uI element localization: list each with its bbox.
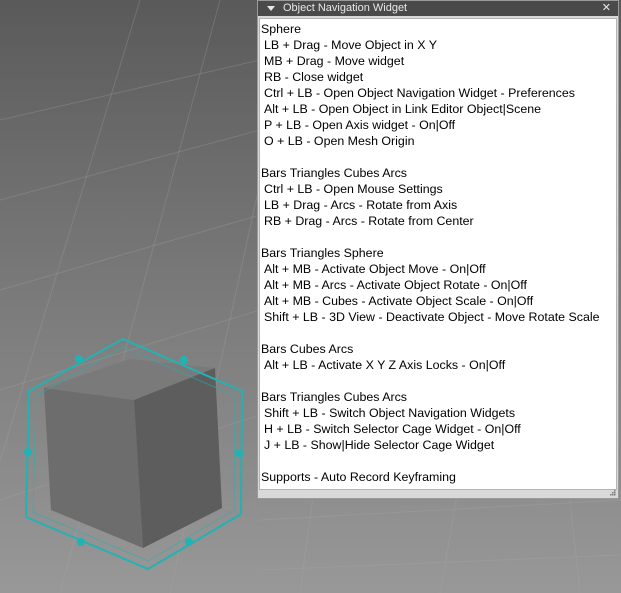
shortcut-line: P + LB - Open Axis widget - On|Off — [264, 118, 456, 132]
shortcut-line: H + LB - Switch Selector Cage Widget - O… — [264, 422, 521, 436]
shortcut-line: Alt + LB - Open Object in Link Editor Ob… — [264, 102, 541, 116]
cage-handle-bottom-right[interactable] — [185, 538, 193, 546]
section-header: Bars Triangles Cubes Arcs — [261, 390, 407, 404]
section-header: Bars Triangles Sphere — [261, 246, 384, 260]
shortcut-line: Alt + MB - Arcs - Activate Object Rotate… — [264, 278, 527, 292]
section-header: Sphere — [261, 22, 301, 36]
cage-handle-bottom-left[interactable] — [77, 538, 85, 546]
cage-handle-top-right[interactable] — [180, 356, 188, 364]
resize-grip-icon[interactable] — [608, 488, 616, 496]
panel-title: Object Navigation Widget — [283, 2, 408, 14]
cube-object[interactable] — [44, 359, 222, 548]
triangle-down-icon[interactable] — [267, 6, 275, 11]
shortcut-line: J + LB - Show|Hide Selector Cage Widget — [264, 438, 495, 452]
shortcut-line: Ctrl + LB - Open Mouse Settings — [264, 182, 443, 196]
cube-front-face — [44, 388, 143, 548]
shortcut-line: O + LB - Open Mesh Origin — [264, 134, 415, 148]
shortcut-line: Ctrl + LB - Open Object Navigation Widge… — [264, 86, 575, 100]
shortcut-line: RB - Close widget — [264, 70, 364, 84]
shortcut-line: RB + Drag - Arcs - Rotate from Center — [264, 214, 474, 228]
cage-handle-top-left[interactable] — [75, 355, 83, 363]
close-icon[interactable]: ✕ — [602, 1, 611, 16]
shortcut-line: Shift + LB - 3D View - Deactivate Object… — [264, 310, 600, 324]
cage-handle-right[interactable] — [235, 449, 243, 457]
help-text-area: Sphere LB + Drag - Move Object in X Y MB +… — [259, 18, 617, 490]
section-header: Bars Cubes Arcs — [261, 342, 354, 356]
cage-handle-left[interactable] — [24, 448, 32, 456]
shortcut-line: MB + Drag - Move widget — [264, 54, 405, 68]
section-header: Supports - Auto Record Keyframing — [261, 470, 456, 484]
shortcut-line: LB + Drag - Move Object in X Y — [264, 38, 437, 52]
shortcut-line: Alt + LB - Activate X Y Z Axis Locks - O… — [264, 358, 506, 372]
panel-titlebar[interactable]: Object Navigation Widget ✕ — [258, 1, 618, 16]
shortcut-line: Shift + LB - Switch Object Navigation Wi… — [264, 406, 516, 420]
shortcut-line: Alt + MB - Cubes - Activate Object Scale… — [264, 294, 534, 308]
object-navigation-widget-panel: Object Navigation Widget ✕ Sphere LB + Dr… — [257, 0, 619, 499]
cube-side-face — [134, 368, 222, 548]
shortcut-line: LB + Drag - Arcs - Rotate from Axis — [264, 198, 458, 212]
shortcut-line: Alt + MB - Activate Object Move - On|Off — [264, 262, 486, 276]
section-header: Bars Triangles Cubes Arcs — [261, 166, 407, 180]
